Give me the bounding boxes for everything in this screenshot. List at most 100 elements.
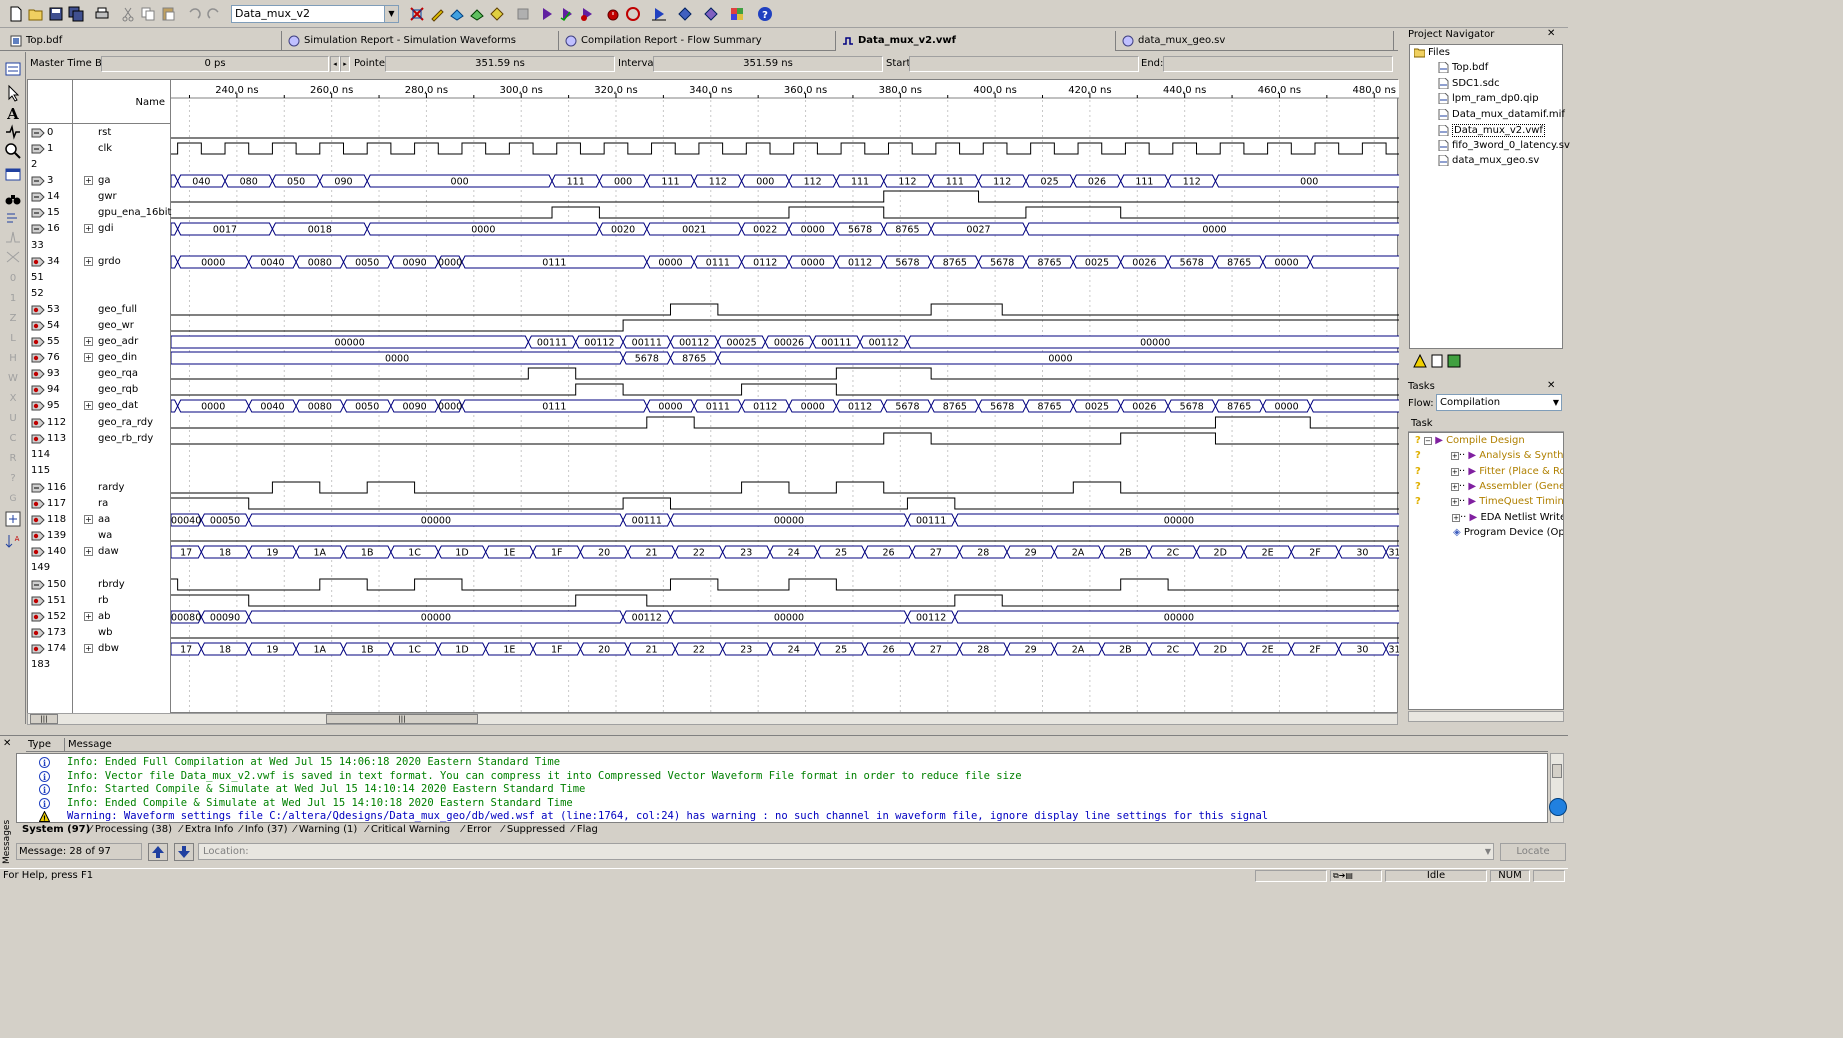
- signal-row-grdo[interactable]: 34 + grdo: [28, 254, 171, 270]
- signal-row-spacer-115[interactable]: 115: [28, 463, 171, 479]
- waveform-geo_ra_rdy[interactable]: [171, 416, 1399, 429]
- file-item[interactable]: SDC1.sdc: [1438, 77, 1500, 89]
- open-folder-icon[interactable]: [26, 4, 46, 24]
- flow-select[interactable]: Compilation ▼: [1436, 394, 1562, 411]
- next-message-button[interactable]: [174, 843, 194, 861]
- waveform-ra[interactable]: [171, 497, 1399, 510]
- next-transition-button[interactable]: ▸: [340, 56, 350, 72]
- file-item[interactable]: Data_mux_datamif.mif: [1438, 108, 1565, 120]
- waveform-rb[interactable]: [171, 594, 1399, 607]
- expand-icon[interactable]: +: [84, 176, 93, 185]
- location-select[interactable]: Location: ▼: [198, 843, 1494, 860]
- teamviewer-icon[interactable]: [1549, 798, 1567, 816]
- signal-row-geo_din[interactable]: 76 + geo_din: [28, 350, 171, 366]
- signal-row-rbrdy[interactable]: 150 rbrdy: [28, 577, 171, 593]
- bus-waveform-geo_dat[interactable]: 0000 0040 0080 0050 0090 0000 0111 0000 0111 0112…: [171, 399, 1399, 413]
- count-value-icon[interactable]: X: [4, 388, 22, 406]
- signal-row-gpu_ena_16bit[interactable]: 15 gpu_ena_16bit: [28, 205, 171, 221]
- close-icon[interactable]: ✕: [3, 738, 11, 749]
- waveform-horizontal-scrollbar[interactable]: ||| |||: [27, 713, 1398, 725]
- signal-row-spacer-51[interactable]: 51: [28, 270, 171, 286]
- waveform-rbrdy[interactable]: [171, 578, 1399, 591]
- signal-row-ga[interactable]: 3 + ga: [28, 173, 171, 189]
- bus-waveform-ab[interactable]: 00080 00090 00000 00112 00000 00112 00000: [171, 610, 1399, 624]
- waveform-gpu_ena_16bit[interactable]: [171, 206, 1399, 219]
- signal-row-rardy[interactable]: 116 rardy: [28, 480, 171, 496]
- locate-button[interactable]: Locate: [1500, 843, 1566, 861]
- file-item[interactable]: Data_mux_v2.vwf: [1438, 124, 1545, 137]
- signal-row-spacer-114[interactable]: 114: [28, 447, 171, 463]
- grid-icon[interactable]: G: [4, 488, 22, 506]
- message-line[interactable]: Info: Started Compile & Simulate at Wed …: [67, 783, 585, 795]
- signal-row-geo_dat[interactable]: 95 + geo_dat: [28, 398, 171, 414]
- save-all-icon[interactable]: [66, 4, 86, 24]
- waveform-geo_full[interactable]: [171, 303, 1399, 316]
- programmer-icon[interactable]: [701, 4, 721, 24]
- signal-row-rb[interactable]: 151 rb: [28, 593, 171, 609]
- forcing-low-icon[interactable]: [4, 248, 22, 266]
- expand-icon[interactable]: +: [84, 353, 93, 362]
- expand-icon[interactable]: +: [84, 224, 93, 233]
- expand-icon[interactable]: +: [1452, 513, 1460, 522]
- waveform-geo_rb_rdy[interactable]: [171, 432, 1399, 445]
- undo-icon[interactable]: [184, 4, 204, 24]
- invert-icon[interactable]: H: [4, 348, 22, 366]
- files-tab-icon[interactable]: [1430, 354, 1444, 368]
- find-icon[interactable]: [4, 190, 22, 208]
- chevron-down-icon[interactable]: ▼: [1485, 844, 1491, 859]
- signal-row-dbw[interactable]: 174 + dbw: [28, 641, 171, 657]
- sopc-builder-icon[interactable]: [727, 4, 747, 24]
- timequest-icon[interactable]: [603, 4, 623, 24]
- start-simulation-icon[interactable]: [649, 4, 669, 24]
- signal-row-geo_ra_rdy[interactable]: 112 geo_ra_rdy: [28, 415, 171, 431]
- expand-icon[interactable]: +: [84, 337, 93, 346]
- tree-root-files[interactable]: Files: [1414, 47, 1450, 58]
- rtl-viewer-icon[interactable]: [623, 4, 643, 24]
- task-item[interactable]: ◈ Program Device (Oper: [1453, 527, 1563, 538]
- wave-scroll-thumb[interactable]: |||: [326, 714, 478, 724]
- random-value-icon[interactable]: R: [4, 448, 22, 466]
- new-file-icon[interactable]: [6, 4, 26, 24]
- uninitialized-icon[interactable]: [4, 228, 22, 246]
- signal-row-geo_adr[interactable]: 55 + geo_adr: [28, 334, 171, 350]
- snap-icon[interactable]: [4, 510, 22, 528]
- task-item[interactable]: ? +·· ▶ Assembler (Gener: [1415, 481, 1563, 492]
- collapse-icon[interactable]: −: [1424, 437, 1432, 445]
- task-item[interactable]: +·· ▶ EDA Netlist Writer: [1415, 512, 1563, 523]
- chevron-down-icon[interactable]: ▼: [1553, 395, 1559, 410]
- help-icon[interactable]: ?: [755, 4, 775, 24]
- task-item[interactable]: ? +·· ▶ Fitter (Place & Ro: [1415, 466, 1563, 477]
- prev-transition-button[interactable]: ◂: [330, 56, 340, 72]
- signal-row-spacer-33[interactable]: 33: [28, 238, 171, 254]
- file-item[interactable]: data_mux_geo.sv: [1438, 155, 1539, 166]
- waveform-clk[interactable]: [171, 142, 1399, 155]
- expand-icon[interactable]: +: [84, 257, 93, 266]
- waveform-geo_rqa[interactable]: [171, 367, 1399, 380]
- waveform-canvas[interactable]: 240,0 ns 260,0 ns 280,0 ns 300,0 ns 320,0 ns…: [171, 80, 1399, 714]
- close-icon[interactable]: ✕: [1547, 28, 1555, 39]
- assignment-editor-icon[interactable]: [407, 4, 427, 24]
- waveform-compare-icon[interactable]: [675, 4, 695, 24]
- waveform-geo_rqb[interactable]: [171, 383, 1399, 396]
- node-scroll-thumb[interactable]: |||: [30, 714, 58, 724]
- task-item[interactable]: ? +·· ▶ TimeQuest Timing: [1415, 496, 1563, 507]
- start-compilation-icon[interactable]: [537, 4, 557, 24]
- save-icon[interactable]: [46, 4, 66, 24]
- file-item[interactable]: Top.bdf: [1438, 62, 1488, 73]
- signal-row-geo_rqb[interactable]: 94 geo_rqb: [28, 382, 171, 398]
- tab-compilation-report[interactable]: Compilation Report - Flow Summary: [559, 31, 836, 51]
- chevron-down-icon[interactable]: ▼: [384, 6, 398, 22]
- tab-data-mux-geo[interactable]: data_mux_geo.sv: [1116, 31, 1394, 51]
- scroll-thumb[interactable]: [1552, 764, 1562, 778]
- sort-icon[interactable]: A: [4, 532, 22, 550]
- bus-waveform-grdo[interactable]: 0000 0040 0080 0050 0090 0000 0111 0000 0111 0112…: [171, 255, 1399, 269]
- tasks-horizontal-scrollbar[interactable]: [1408, 711, 1564, 722]
- settings-icon[interactable]: [447, 4, 467, 24]
- expand-icon[interactable]: +: [84, 515, 93, 524]
- bus-waveform-dbw[interactable]: 17 18 19 1A 1B 1C 1D 1E 1F 20 21 22 23 24 25 26 27 28 29 2A…: [171, 642, 1399, 656]
- signal-row-spacer-149[interactable]: 149: [28, 560, 171, 576]
- tab-waveform-file[interactable]: Data_mux_v2.vwf: [836, 31, 1116, 51]
- signal-row-ra[interactable]: 117 ra: [28, 496, 171, 512]
- signal-row-aa[interactable]: 118 + aa: [28, 512, 171, 528]
- zoom-tool-icon[interactable]: [4, 142, 22, 160]
